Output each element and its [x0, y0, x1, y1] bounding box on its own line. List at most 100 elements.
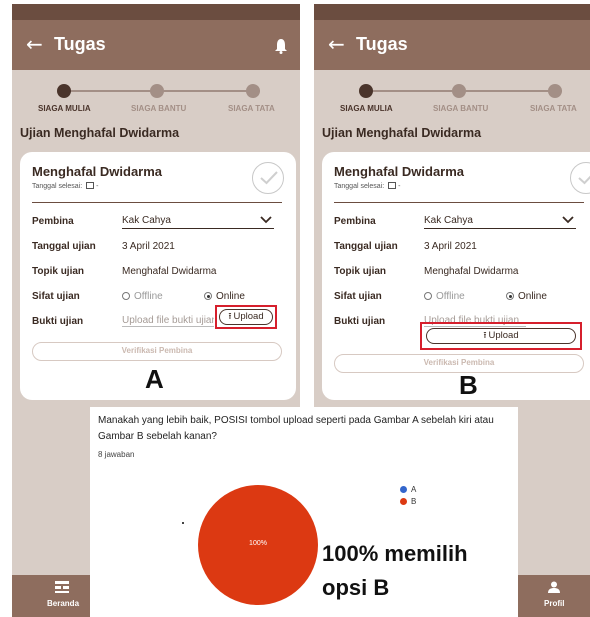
step-dot-3	[246, 84, 260, 98]
radio-icon	[424, 292, 432, 300]
radio-selected-icon	[204, 292, 212, 300]
chart-legend: A B	[400, 483, 416, 507]
back-arrow-icon[interactable]: ←	[26, 32, 43, 56]
radio-offline-label: Offline	[134, 291, 163, 302]
upload-button-label: Upload	[488, 330, 519, 341]
legend-label-a: A	[411, 484, 417, 494]
legend-item-b: B	[400, 495, 416, 507]
calendar-icon	[388, 182, 397, 189]
page-title: Tugas	[54, 34, 106, 54]
exam-card: Menghafal Dwidarma Tanggal selesai: - Pe…	[20, 152, 296, 400]
upload-button-label: Upload	[233, 311, 264, 322]
sifat-label: Sifat ujian	[334, 291, 382, 302]
card-title: Menghafal Dwidarma	[32, 164, 163, 179]
check-circle-icon	[570, 162, 590, 194]
step-label-2: SIAGA BANTU	[131, 104, 187, 113]
deadline-label: Tanggal selesai:	[334, 183, 385, 190]
card-title: Menghafal Dwidarma	[334, 164, 465, 179]
legend-label-b: B	[411, 496, 417, 506]
bell-icon[interactable]	[274, 38, 288, 54]
status-bar	[314, 4, 590, 20]
bukti-label: Bukti ujian	[334, 316, 386, 327]
step-dot-3	[548, 84, 562, 98]
radio-icon	[122, 292, 130, 300]
check-circle-icon	[252, 162, 284, 194]
radio-offline[interactable]: Offline	[122, 291, 163, 302]
pembina-select[interactable]: Kak Cahya	[424, 215, 576, 229]
legend-item-a: A	[400, 483, 416, 495]
step-label-3: SIAGA TATA	[530, 104, 577, 113]
upload-button[interactable]: ⭱ Upload	[219, 309, 273, 325]
step-label-1: SIAGA MULIA	[340, 104, 393, 113]
app-bar: ← Tugas	[314, 20, 590, 70]
pembina-label: Pembina	[334, 216, 376, 227]
step-label-2: SIAGA BANTU	[433, 104, 489, 113]
pembina-select[interactable]: Kak Cahya	[122, 215, 274, 229]
caption-a: A	[145, 364, 164, 394]
upload-file-field[interactable]: Upload file bukti ujian	[122, 315, 214, 327]
chevron-down-icon	[562, 216, 574, 224]
radio-selected-icon	[506, 292, 514, 300]
upload-button[interactable]: ⭱ Upload	[426, 328, 576, 344]
progress-stepper: SIAGA MULIA SIAGA BANTU SIAGA TATA	[12, 78, 300, 118]
topik-label: Topik ujian	[334, 266, 387, 277]
radio-online[interactable]: Online	[204, 291, 245, 302]
profile-icon[interactable]	[548, 581, 560, 593]
bukti-label: Bukti ujian	[32, 316, 84, 327]
deadline: Tanggal selesai: -	[32, 182, 98, 190]
nav-profil[interactable]: Profil	[544, 599, 564, 608]
step-label-3: SIAGA TATA	[228, 104, 275, 113]
pembina-value: Kak Cahya	[424, 215, 473, 226]
app-bar: ← Tugas	[12, 20, 300, 70]
radio-offline-label: Offline	[436, 291, 465, 302]
divider	[334, 202, 584, 203]
page-title: Tugas	[356, 34, 408, 54]
tanggal-value: 3 April 2021	[424, 241, 477, 252]
deadline-value: -	[398, 183, 401, 190]
legend-dot-a	[400, 485, 407, 493]
step-dot-1	[359, 84, 373, 98]
upload-icon: ⭱	[228, 312, 232, 322]
topik-value: Menghafal Dwidarma	[122, 266, 217, 277]
radio-offline[interactable]: Offline	[424, 291, 465, 302]
calendar-icon	[86, 182, 95, 189]
section-title: Ujian Menghafal Dwidarma	[322, 126, 482, 140]
tanggal-value: 3 April 2021	[122, 241, 175, 252]
legend-dot-b	[400, 497, 407, 505]
nav-beranda[interactable]: Beranda	[47, 599, 79, 608]
back-arrow-icon[interactable]: ←	[328, 32, 345, 56]
survey-question: Manakah yang lebih baik, POSISI tombol u…	[98, 415, 494, 442]
upload-icon: ⭱	[483, 331, 487, 341]
survey-result-panel: Manakah yang lebih baik, POSISI tombol u…	[90, 407, 518, 617]
step-dot-1	[57, 84, 71, 98]
step-dot-2	[150, 84, 164, 98]
step-dot-2	[452, 84, 466, 98]
step-label-1: SIAGA MULIA	[38, 104, 91, 113]
chevron-down-icon	[260, 216, 272, 224]
response-count: 8 jawaban	[98, 450, 135, 459]
result-annotation: 100% memilih opsi B	[322, 541, 468, 600]
pie-slice-b: 100%	[198, 485, 318, 605]
section-title: Ujian Menghafal Dwidarma	[20, 126, 180, 140]
divider	[32, 202, 282, 203]
sifat-label: Sifat ujian	[32, 291, 80, 302]
home-icon[interactable]	[55, 581, 69, 593]
tanggal-label: Tanggal ujian	[334, 241, 398, 252]
tanggal-label: Tanggal ujian	[32, 241, 96, 252]
chart-dot	[182, 522, 184, 524]
radio-online-label: Online	[518, 291, 547, 302]
radio-online-label: Online	[216, 291, 245, 302]
status-bar	[12, 4, 300, 20]
pembina-label: Pembina	[32, 216, 74, 227]
progress-stepper: SIAGA MULIA SIAGA BANTU SIAGA TATA	[314, 78, 590, 118]
caption-b: B	[459, 370, 478, 400]
verify-button[interactable]: Verifikasi Pembina	[32, 342, 282, 361]
topik-label: Topik ujian	[32, 266, 85, 277]
pembina-value: Kak Cahya	[122, 215, 171, 226]
deadline: Tanggal selesai: -	[334, 182, 400, 190]
deadline-value: -	[96, 183, 99, 190]
pie-slice-label-b: 100%	[249, 540, 267, 547]
deadline-label: Tanggal selesai:	[32, 183, 83, 190]
radio-online[interactable]: Online	[506, 291, 547, 302]
topik-value: Menghafal Dwidarma	[424, 266, 519, 277]
